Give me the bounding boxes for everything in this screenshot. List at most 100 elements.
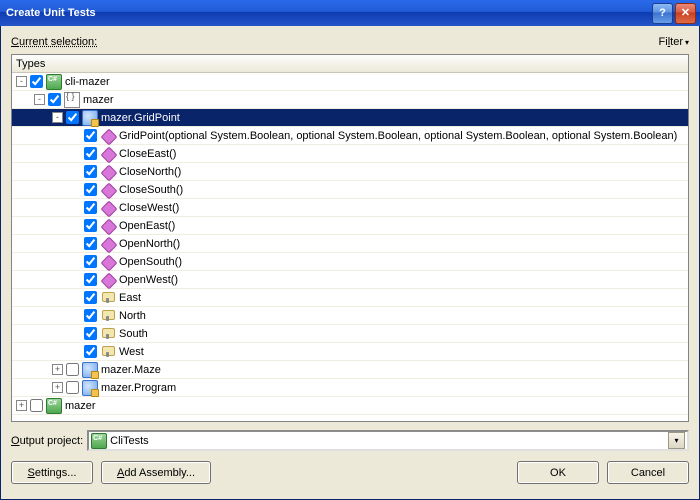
tree-row[interactable]: + mazer.Maze bbox=[12, 361, 688, 379]
tree-row[interactable]: +mazer bbox=[12, 397, 688, 415]
property-icon bbox=[100, 326, 116, 342]
types-tree[interactable]: - cli-mazer - mazer - mazer.GridPoint + GridPoi… bbox=[12, 73, 688, 421]
expand-toggle: + bbox=[70, 184, 81, 195]
tree-checkbox[interactable] bbox=[84, 255, 97, 268]
expand-toggle: + bbox=[70, 238, 81, 249]
tree-checkbox[interactable] bbox=[84, 273, 97, 286]
tree-checkbox[interactable] bbox=[66, 381, 79, 394]
tree-label: OpenSouth() bbox=[119, 256, 188, 268]
help-button[interactable]: ? bbox=[652, 3, 673, 24]
tree-row[interactable]: +OpenEast() bbox=[12, 217, 688, 235]
tree-row[interactable]: + GridPoint(optional System.Boolean, opti… bbox=[12, 127, 688, 145]
window-title: Create Unit Tests bbox=[4, 7, 650, 19]
tree-checkbox[interactable] bbox=[84, 345, 97, 358]
tree-checkbox[interactable] bbox=[30, 75, 43, 88]
tree-checkbox[interactable] bbox=[84, 165, 97, 178]
tree-row[interactable]: - mazer bbox=[12, 91, 688, 109]
tree-label: OpenNorth() bbox=[119, 238, 186, 250]
method-icon bbox=[100, 236, 116, 252]
expand-toggle: + bbox=[70, 256, 81, 267]
tree-checkbox[interactable] bbox=[84, 291, 97, 304]
output-project-combo[interactable]: CliTests ▾ bbox=[87, 430, 689, 451]
expand-toggle: + bbox=[70, 130, 81, 141]
method-icon bbox=[100, 182, 116, 198]
tree-label: South bbox=[119, 328, 154, 340]
expand-toggle[interactable]: + bbox=[52, 364, 63, 375]
tree-label: mazer.Maze bbox=[101, 364, 167, 376]
tree-label: mazer bbox=[83, 94, 120, 106]
tree-label: East bbox=[119, 292, 147, 304]
tree-label: CloseEast() bbox=[119, 148, 182, 160]
tree-row[interactable]: +West bbox=[12, 343, 688, 361]
tree-label: mazer.GridPoint bbox=[101, 112, 186, 124]
tree-label: mazer.Program bbox=[101, 382, 182, 394]
tree-label: CloseSouth() bbox=[119, 184, 189, 196]
class-icon bbox=[82, 380, 98, 396]
tree-row[interactable]: + CloseWest() bbox=[12, 199, 688, 217]
method-icon bbox=[100, 128, 116, 144]
chevron-down-icon[interactable]: ▾ bbox=[668, 432, 685, 449]
output-project-value: CliTests bbox=[110, 435, 149, 447]
tree-row[interactable]: - cli-mazer bbox=[12, 73, 688, 91]
expand-toggle: + bbox=[70, 346, 81, 357]
expand-toggle: + bbox=[70, 202, 81, 213]
tree-checkbox[interactable] bbox=[30, 399, 43, 412]
tree-checkbox[interactable] bbox=[84, 327, 97, 340]
property-icon bbox=[100, 290, 116, 306]
tree-label: CloseWest() bbox=[119, 202, 185, 214]
tree-row[interactable]: + OpenNorth() bbox=[12, 235, 688, 253]
tree-checkbox[interactable] bbox=[84, 237, 97, 250]
tree-checkbox[interactable] bbox=[48, 93, 61, 106]
tree-row[interactable]: + CloseEast() bbox=[12, 145, 688, 163]
tree-checkbox[interactable] bbox=[84, 183, 97, 196]
expand-toggle: + bbox=[70, 148, 81, 159]
tree-checkbox[interactable] bbox=[84, 129, 97, 142]
tree-label: OpenWest() bbox=[119, 274, 184, 286]
method-icon bbox=[100, 146, 116, 162]
expand-toggle[interactable]: + bbox=[16, 400, 27, 411]
close-button[interactable]: ✕ bbox=[675, 3, 696, 24]
tree-row[interactable]: +South bbox=[12, 325, 688, 343]
expand-toggle[interactable]: - bbox=[34, 94, 45, 105]
method-icon bbox=[100, 272, 116, 288]
class-icon bbox=[82, 362, 98, 378]
filter-button[interactable]: Filter▾ bbox=[659, 36, 689, 48]
expand-toggle: + bbox=[70, 274, 81, 285]
property-icon bbox=[100, 308, 116, 324]
settings-button[interactable]: Settings... bbox=[11, 461, 93, 484]
tree-row[interactable]: - mazer.GridPoint bbox=[12, 109, 688, 127]
namespace-icon bbox=[64, 92, 80, 108]
tree-row[interactable]: + North bbox=[12, 307, 688, 325]
tree-row[interactable]: + mazer.Program bbox=[12, 379, 688, 397]
tree-label: North bbox=[119, 310, 152, 322]
expand-toggle: + bbox=[70, 166, 81, 177]
method-icon bbox=[100, 200, 116, 216]
tree-row[interactable]: +CloseNorth() bbox=[12, 163, 688, 181]
ok-button[interactable]: OK bbox=[517, 461, 599, 484]
expand-toggle: + bbox=[70, 310, 81, 321]
tree-row[interactable]: + CloseSouth() bbox=[12, 181, 688, 199]
csproj-icon bbox=[46, 74, 62, 90]
tree-checkbox[interactable] bbox=[84, 147, 97, 160]
tree-checkbox[interactable] bbox=[84, 219, 97, 232]
cancel-button[interactable]: Cancel bbox=[607, 461, 689, 484]
tree-label: GridPoint(optional System.Boolean, optio… bbox=[119, 130, 683, 142]
tree-row[interactable]: + East bbox=[12, 289, 688, 307]
tree-label: cli-mazer bbox=[65, 76, 116, 88]
expand-toggle: + bbox=[70, 292, 81, 303]
tree-row[interactable]: + OpenWest() bbox=[12, 271, 688, 289]
chevron-down-icon: ▾ bbox=[685, 38, 689, 47]
tree-checkbox[interactable] bbox=[84, 309, 97, 322]
class-icon bbox=[82, 110, 98, 126]
titlebar[interactable]: Create Unit Tests ? ✕ bbox=[0, 0, 700, 26]
csproj-icon bbox=[91, 433, 107, 449]
tree-row[interactable]: + OpenSouth() bbox=[12, 253, 688, 271]
expand-toggle[interactable]: + bbox=[52, 382, 63, 393]
expand-toggle[interactable]: - bbox=[52, 112, 63, 123]
tree-checkbox[interactable] bbox=[66, 363, 79, 376]
tree-checkbox[interactable] bbox=[84, 201, 97, 214]
tree-checkbox[interactable] bbox=[66, 111, 79, 124]
expand-toggle[interactable]: - bbox=[16, 76, 27, 87]
add-assembly-button[interactable]: Add Assembly... bbox=[101, 461, 211, 484]
output-project-label: Output project: bbox=[11, 435, 83, 447]
